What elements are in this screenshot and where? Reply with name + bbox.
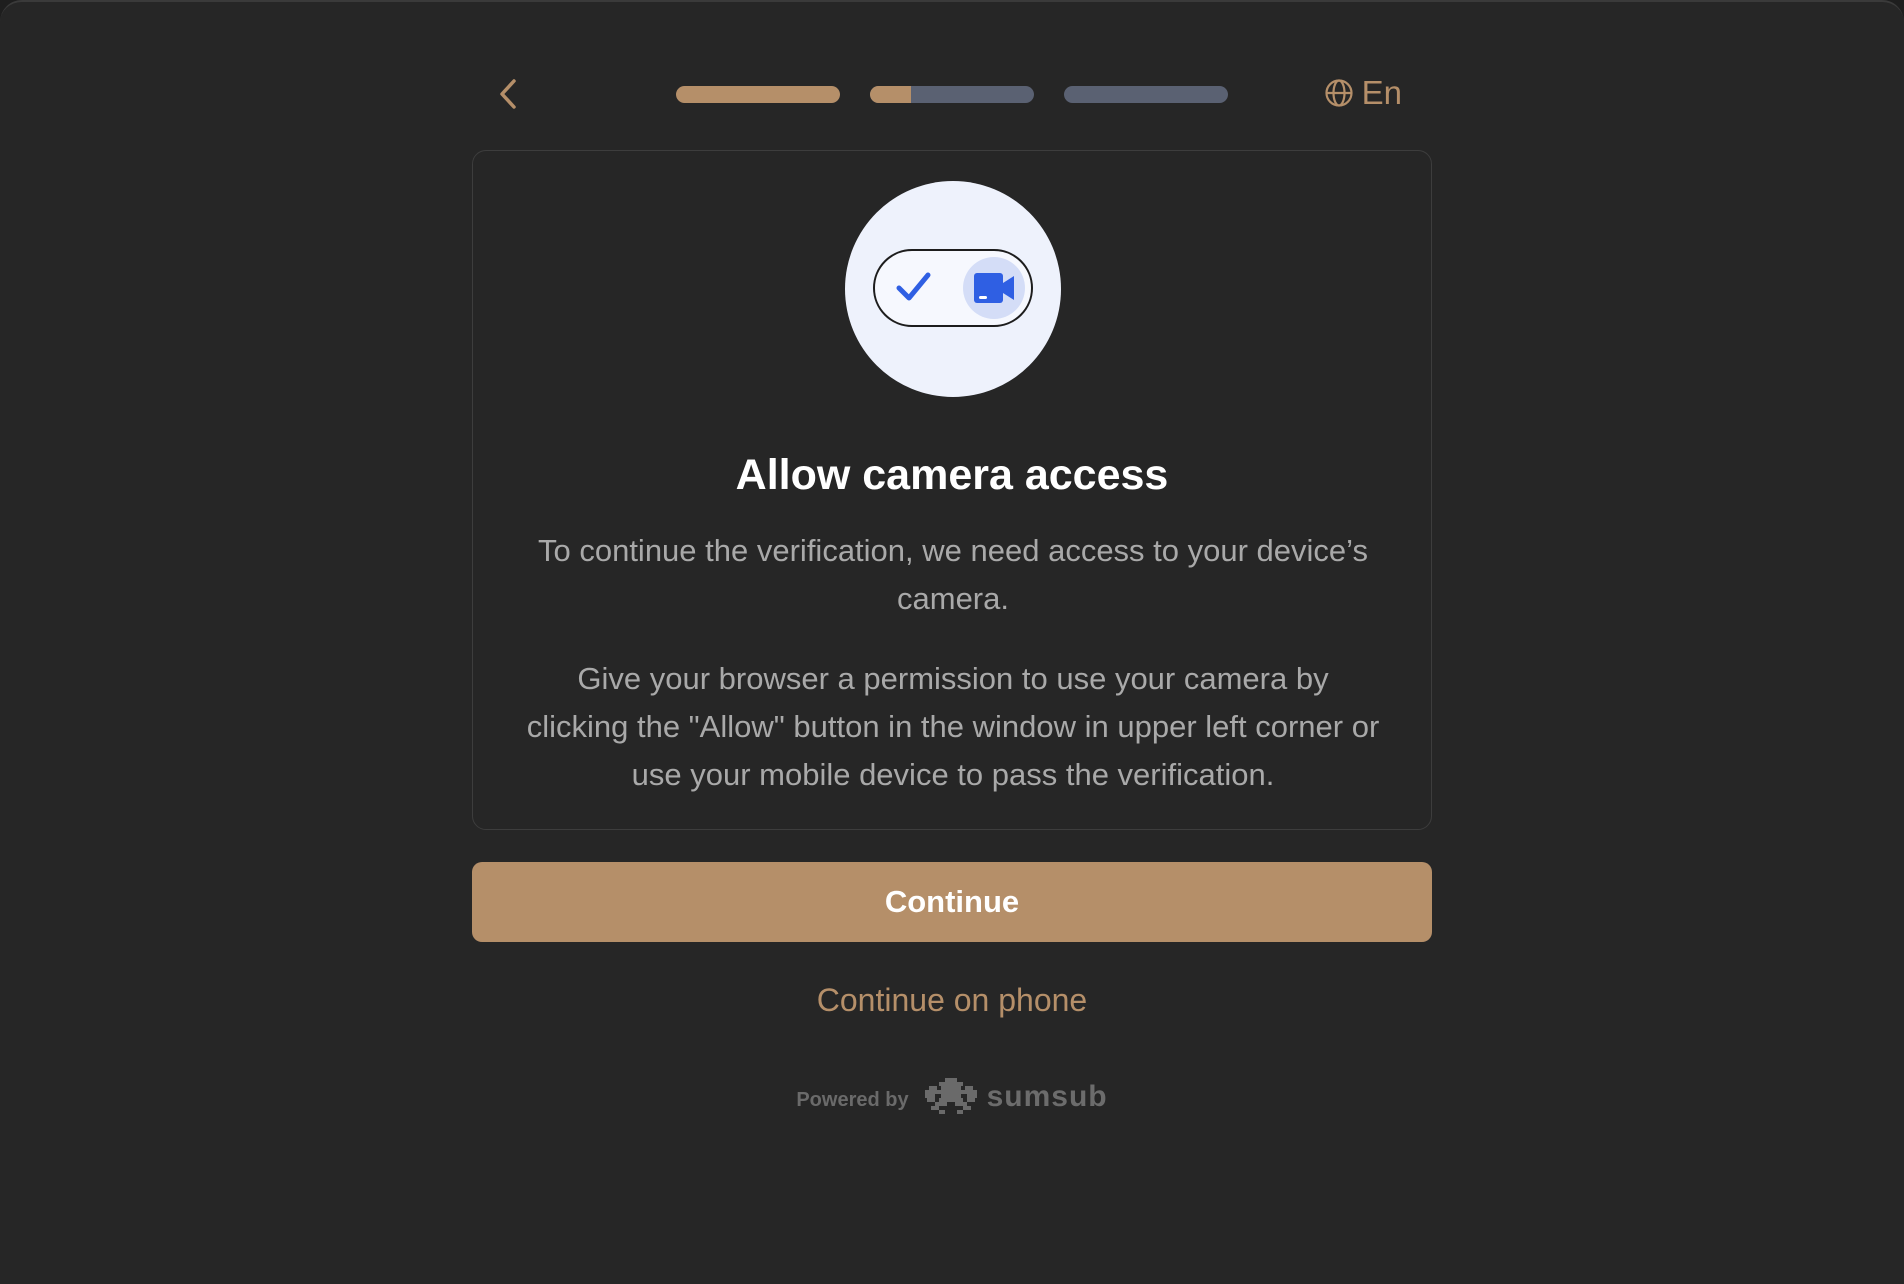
progress-step-1 bbox=[676, 86, 840, 103]
back-button[interactable] bbox=[490, 76, 526, 112]
permission-toggle-graphic bbox=[873, 249, 1033, 327]
progress-step-1-fill bbox=[676, 86, 840, 103]
progress-step-2 bbox=[870, 86, 1034, 103]
continue-button[interactable]: Continue bbox=[472, 862, 1432, 942]
browser-permission-instructions: Give your browser a permission to use yo… bbox=[526, 661, 1380, 792]
video-camera-icon bbox=[974, 273, 1014, 303]
toggle-knob bbox=[963, 257, 1025, 319]
header: En bbox=[472, 64, 1432, 124]
camera-permission-illustration bbox=[845, 181, 1061, 397]
progress-step-2-fill bbox=[870, 86, 911, 103]
checkmark-icon bbox=[896, 272, 931, 301]
page-title: Allow camera access bbox=[735, 451, 1169, 499]
camera-access-description: To continue the verification, we need ac… bbox=[537, 533, 1368, 616]
sumsub-brand-name: sumsub bbox=[986, 1080, 1108, 1113]
language-label: En bbox=[1361, 74, 1402, 111]
sumsub-logo-icon bbox=[924, 1078, 977, 1114]
powered-by-footer: Powered by sumsub bbox=[472, 1078, 1432, 1116]
sumsub-logo: sumsub bbox=[924, 1078, 1108, 1116]
continue-on-phone-link[interactable]: Continue on phone bbox=[472, 982, 1432, 1019]
powered-by-label: Powered by bbox=[796, 1088, 909, 1111]
language-selector[interactable]: En bbox=[1324, 74, 1402, 112]
progress-step-3 bbox=[1064, 86, 1228, 103]
camera-access-card: Allow camera access To continue the veri… bbox=[472, 150, 1432, 830]
chevron-left-icon bbox=[500, 79, 516, 109]
app-window: En Allow camera access To continue the v… bbox=[0, 0, 1904, 1284]
globe-icon bbox=[1325, 79, 1353, 107]
